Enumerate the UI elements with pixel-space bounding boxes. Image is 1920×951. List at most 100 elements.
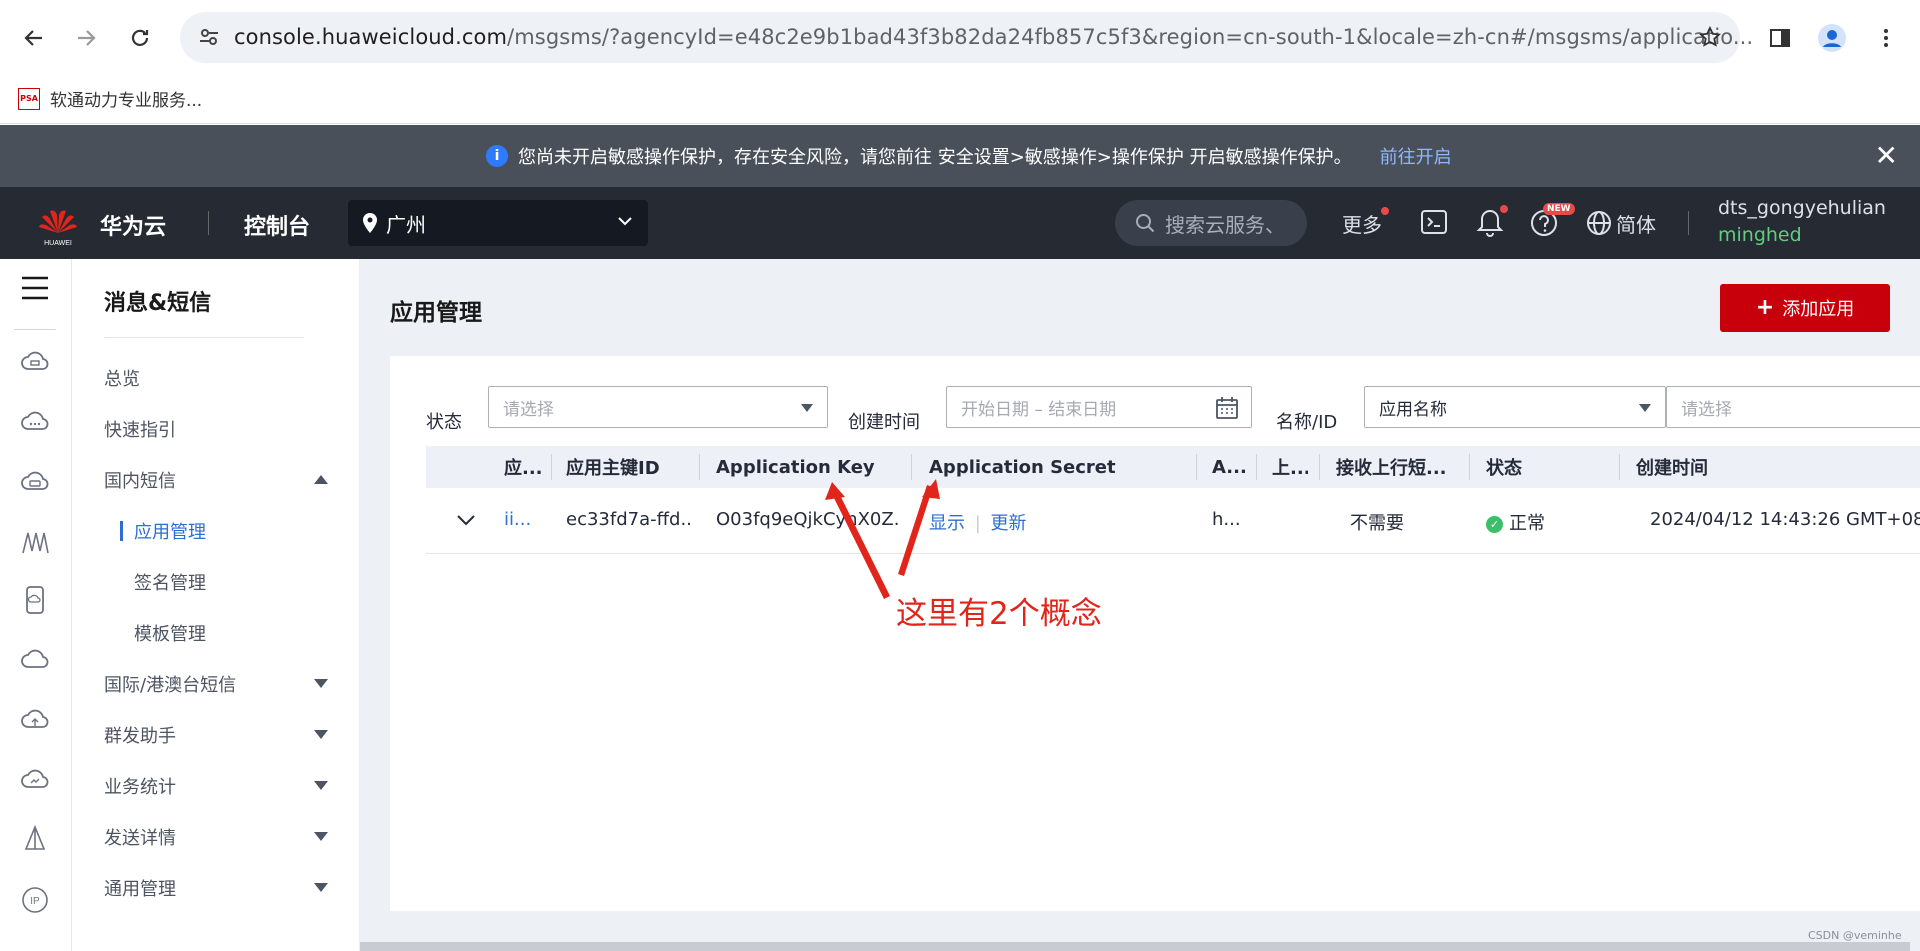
profile-button[interactable] — [1812, 18, 1852, 58]
sidebar-item-overview[interactable]: 总览 — [104, 365, 344, 391]
hamburger-menu-icon[interactable] — [20, 273, 50, 303]
user-name[interactable]: dts_gongyehulian — [1718, 197, 1886, 219]
sidebar-item-quick-guide[interactable]: 快速指引 — [104, 416, 344, 442]
sidebar-subitem-app-management[interactable]: 应用管理 — [134, 518, 206, 544]
notice-enable-link[interactable]: 前往开启 — [1380, 143, 1452, 169]
globe-icon[interactable] — [1586, 210, 1612, 236]
cloud-database-icon[interactable] — [20, 467, 50, 497]
cloud-server-icon[interactable] — [20, 347, 50, 377]
sidebar-item-send-details[interactable]: 发送详情 — [104, 824, 344, 850]
date-range-picker[interactable]: 开始日期 – 结束日期 — [946, 386, 1252, 428]
notice-text: 您尚未开启敏感操作保护，存在安全风险，请您前往 安全设置>敏感操作>操作保护 开… — [518, 147, 1352, 168]
status-text: 正常 — [1509, 513, 1545, 534]
user-org[interactable]: minghed — [1718, 224, 1802, 246]
brand-name[interactable]: 华为云 — [100, 209, 166, 241]
sidebar-subitem-signature-management[interactable]: 签名管理 — [134, 569, 206, 595]
psa-favicon-icon: PSA — [18, 87, 40, 110]
caret-down-icon — [1639, 404, 1651, 412]
sidebar-item-general-management[interactable]: 通用管理 — [104, 875, 344, 901]
column-header-a[interactable]: A... — [1212, 446, 1248, 488]
console-link[interactable]: 控制台 — [244, 209, 310, 241]
huawei-logo-icon[interactable]: HUAWEI — [36, 203, 80, 247]
region-selector[interactable]: 广州 — [348, 200, 648, 246]
sidebar-subitem-template-management[interactable]: 模板管理 — [134, 620, 206, 646]
show-secret-link[interactable]: 显示 — [929, 513, 965, 534]
svg-text:IP: IP — [30, 896, 40, 907]
column-divider — [699, 454, 700, 480]
sail-icon[interactable] — [20, 825, 50, 855]
column-header-application-secret[interactable]: Application Secret — [929, 446, 1129, 488]
sidebar-item-domestic-sms[interactable]: 国内短信 — [104, 467, 344, 493]
caret-down-icon — [314, 883, 328, 892]
sidebar-item-bulk-assistant[interactable]: 群发助手 — [104, 722, 344, 748]
column-header-app-id[interactable]: 应用主键ID — [566, 446, 676, 488]
reload-button[interactable] — [120, 18, 160, 58]
update-secret-link[interactable]: 更新 — [991, 513, 1027, 534]
bookmark-item[interactable]: PSA 软通动力专业服务... — [18, 86, 202, 111]
language-switch[interactable]: 简体 — [1616, 209, 1656, 238]
search-placeholder: 搜索云服务、 — [1165, 212, 1285, 237]
column-header-created-time[interactable]: 创建时间 — [1636, 446, 1756, 488]
column-header-upstream[interactable]: 上... — [1272, 446, 1308, 488]
address-bar[interactable]: console.huaweicloud.com/msgsms/?agencyId… — [180, 12, 1753, 63]
sidebar-item-intl-sms[interactable]: 国际/港澳台短信 — [104, 671, 344, 697]
side-panel-icon — [1770, 29, 1790, 47]
service-search-input[interactable]: 搜索云服务、 — [1115, 200, 1307, 246]
chevron-down-icon — [618, 217, 632, 226]
cloud-upload-icon[interactable] — [20, 705, 50, 735]
bell-icon[interactable] — [1476, 207, 1504, 237]
reload-icon — [131, 29, 149, 46]
divider — [1688, 211, 1689, 235]
cloud-monitor-icon[interactable] — [20, 765, 50, 795]
name-id-type-select[interactable]: 应用名称 — [1364, 386, 1666, 428]
page-title: 应用管理 — [390, 300, 482, 326]
side-panel-button[interactable] — [1760, 18, 1800, 58]
sidebar-item-label: 国际/港澳台短信 — [104, 675, 237, 696]
arrow-left-icon — [24, 30, 42, 46]
app-secret-cell: 显示 | 更新 — [929, 509, 1029, 535]
app-name-link[interactable]: ii... — [504, 509, 540, 530]
cloud-shell-icon[interactable] — [1420, 209, 1448, 235]
chevron-down-icon[interactable] — [456, 513, 476, 527]
browser-menu-button[interactable] — [1866, 18, 1906, 58]
column-divider — [551, 454, 552, 480]
column-divider — [1619, 454, 1620, 480]
column-divider — [911, 454, 912, 480]
search-icon — [1136, 214, 1155, 233]
add-application-button[interactable]: + 添加应用 — [1720, 284, 1890, 332]
site-settings-icon[interactable] — [198, 26, 220, 48]
sidebar-title: 消息&短信 — [104, 291, 212, 316]
column-header-receive-upstream[interactable]: 接收上行短... — [1336, 446, 1476, 488]
region-label: 广州 — [386, 212, 426, 237]
service-icon-rail: IP — [0, 259, 72, 951]
more-menu[interactable]: 更多 — [1342, 209, 1382, 238]
logo-wordmark: HUAWEI — [44, 240, 72, 247]
sidebar-item-business-stats[interactable]: 业务统计 — [104, 773, 344, 799]
table-row[interactable]: ii... ec33fd7a-ffd... O03fq9eQjkCynX0Z..… — [426, 488, 1920, 554]
watermark: CSDN @veminhe — [1808, 929, 1902, 942]
status-select[interactable]: 请选择 — [488, 386, 828, 428]
sidebar-item-label: 群发助手 — [104, 726, 176, 747]
network-icon[interactable] — [20, 527, 50, 557]
table-header: 应... 应用主键ID Application Key Application … — [426, 446, 1920, 488]
star-icon[interactable] — [1698, 25, 1722, 49]
bookmark-label: 软通动力专业服务... — [50, 91, 203, 111]
url-text[interactable]: console.huaweicloud.com/msgsms/?agencyId… — [234, 25, 1753, 49]
back-button[interactable] — [14, 18, 54, 58]
cloud-icon[interactable] — [20, 645, 50, 675]
divider: | — [974, 513, 981, 534]
forward-button[interactable] — [66, 18, 106, 58]
cloud-more-icon[interactable] — [20, 407, 50, 437]
close-icon[interactable]: ✕ — [1875, 139, 1898, 172]
column-header-application-key[interactable]: Application Key — [716, 446, 886, 488]
mobile-cloud-icon[interactable] — [20, 585, 50, 615]
column-header-status[interactable]: 状态 — [1486, 446, 1546, 488]
browser-toolbar: console.huaweicloud.com/msgsms/?agencyId… — [0, 0, 1920, 76]
horizontal-scrollbar[interactable] — [360, 942, 1910, 951]
ip-icon[interactable]: IP — [20, 885, 50, 915]
product-sidebar: 消息&短信 总览 快速指引 国内短信 应用管理 签名管理 模板管理 国际/港澳台… — [72, 259, 360, 951]
status-filter-label: 状态 — [426, 412, 462, 433]
column-header-app-name[interactable]: 应... — [504, 446, 544, 488]
name-id-search-input[interactable]: 请选择 — [1666, 386, 1920, 428]
caret-up-icon — [314, 475, 328, 484]
